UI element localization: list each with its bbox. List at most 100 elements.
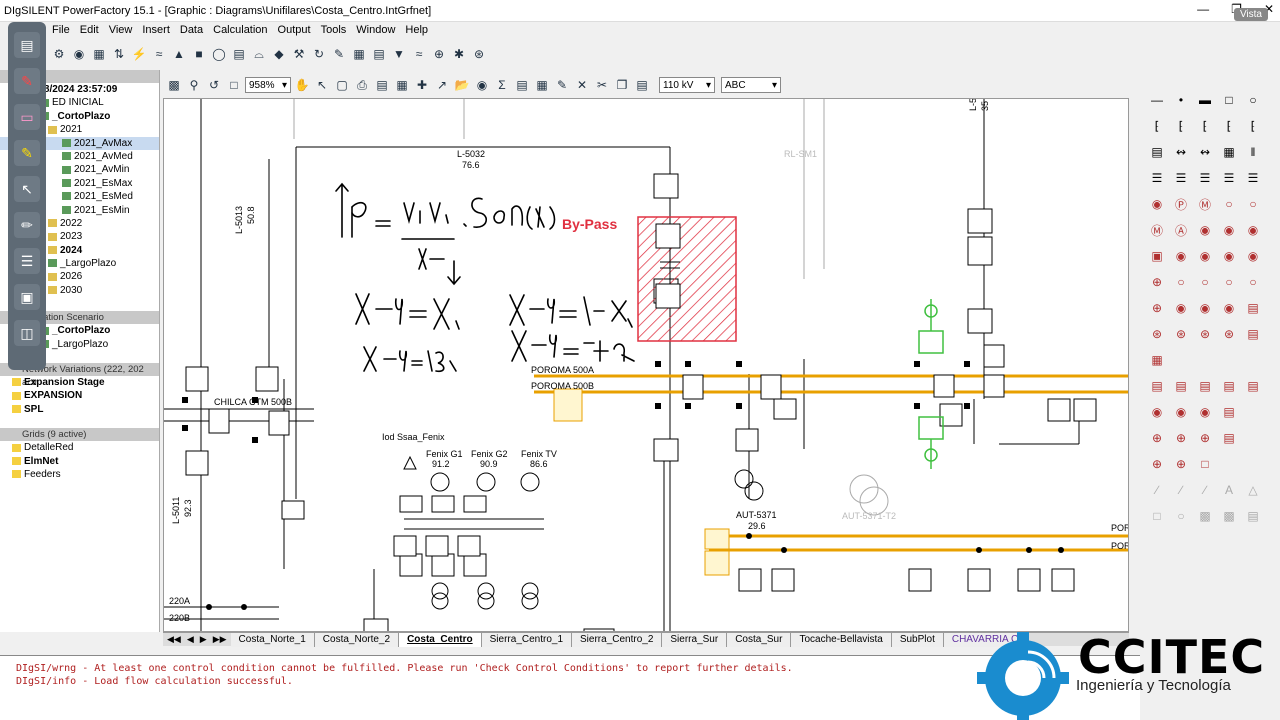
tools-icon[interactable]: ⚒: [290, 45, 308, 63]
disconnector-tool-icon[interactable]: ⁅: [1194, 114, 1216, 138]
diagram-tab[interactable]: Costa_Sur: [727, 633, 792, 647]
minimize-icon[interactable]: —: [1197, 2, 1209, 16]
menu-help[interactable]: Help: [405, 24, 428, 36]
prev-tab-icon[interactable]: ◀: [187, 634, 194, 645]
graphic-a-tool-icon[interactable]: ◉: [1146, 400, 1168, 424]
source-tool-icon[interactable]: ⊕: [1146, 270, 1168, 294]
script-icon[interactable]: ✎: [330, 45, 348, 63]
edit-icon[interactable]: ✎: [553, 76, 571, 94]
sus-tool-icon[interactable]: ▤: [1242, 296, 1264, 320]
bus-e-tool-icon[interactable]: ☰: [1242, 166, 1264, 190]
mv-load-tool-icon[interactable]: ◉: [1242, 244, 1264, 268]
menu-data[interactable]: Data: [180, 24, 203, 36]
diagram-tab[interactable]: SubPlot: [891, 633, 944, 647]
node-tool-icon[interactable]: •: [1170, 88, 1192, 112]
plot-icon[interactable]: ⌓: [250, 45, 268, 63]
color-icon[interactable]: ◉: [473, 76, 491, 94]
monitor-icon[interactable]: ◫: [14, 320, 40, 346]
pv-tool-icon[interactable]: ○: [1242, 192, 1264, 216]
data-manager-icon[interactable]: ▦: [90, 45, 108, 63]
z-tool-icon[interactable]: ▦: [1146, 348, 1168, 372]
line-width-icon[interactable]: ☰: [14, 248, 40, 274]
diagram-tab[interactable]: Costa_Norte_1: [230, 633, 315, 647]
tr3-tool-icon[interactable]: ↭: [1194, 140, 1216, 164]
coupler-tool-icon[interactable]: ▦: [1218, 140, 1240, 164]
open-icon[interactable]: 📂: [453, 76, 471, 94]
pen-red-icon[interactable]: ✎: [14, 68, 40, 94]
sectionalizer-tool-icon[interactable]: ⊛: [1194, 322, 1216, 346]
diagram-tab[interactable]: Sierra_Sur: [662, 633, 728, 647]
line-tool-icon[interactable]: —: [1146, 88, 1168, 112]
arrow-down-icon[interactable]: ▼: [390, 45, 408, 63]
zoom-combo[interactable]: 958% ▾: [245, 77, 291, 93]
protection-icon[interactable]: ◯: [210, 45, 228, 63]
fuse-tool-icon[interactable]: ⁅: [1242, 114, 1264, 138]
single-line-diagram[interactable]: L-5032 76.6 L-5013 50.8 L-5011 92.3 CHIL…: [163, 98, 1129, 632]
cut-icon[interactable]: ✂: [593, 76, 611, 94]
graphic-d-tool-icon[interactable]: ▤: [1218, 400, 1240, 424]
highlighter-icon[interactable]: ✎: [14, 140, 40, 166]
fault-icon[interactable]: ✱: [450, 45, 468, 63]
rectifier-tool-icon[interactable]: ◉: [1242, 218, 1264, 242]
network-icon[interactable]: ◉: [70, 45, 88, 63]
filter-tool-icon[interactable]: ◉: [1194, 244, 1216, 268]
annot-a-tool-icon[interactable]: ⊕: [1146, 426, 1168, 450]
relay-b-tool-icon[interactable]: ⊛: [1218, 322, 1240, 346]
recloser-tool-icon[interactable]: ⊛: [1170, 322, 1192, 346]
delete-icon[interactable]: ✕: [573, 76, 591, 94]
mod-a-tool-icon[interactable]: ▤: [1146, 374, 1168, 398]
eraser-icon[interactable]: ▭: [14, 104, 40, 130]
shunt-tool-icon[interactable]: ◉: [1170, 244, 1192, 268]
diagram-tab[interactable]: Costa_Centro: [399, 633, 482, 647]
export-icon[interactable]: ↗: [433, 76, 451, 94]
motor-tool-icon[interactable]: Ⓜ: [1194, 192, 1216, 216]
copy-icon[interactable]: ❐: [613, 76, 631, 94]
battery-tool-icon[interactable]: ○: [1242, 270, 1264, 294]
current-source-tool-icon[interactable]: ○: [1170, 270, 1192, 294]
lv-load-tool-icon[interactable]: ◉: [1218, 244, 1240, 268]
voltage-source-tool-icon[interactable]: ○: [1194, 270, 1216, 294]
image-tool-icon[interactable]: ▩: [1218, 504, 1240, 528]
triangle-tool-icon[interactable]: △: [1242, 478, 1264, 502]
draw-a-tool-icon[interactable]: ⊕: [1146, 452, 1168, 476]
text-tool-icon[interactable]: A: [1218, 478, 1240, 502]
load-tool-icon[interactable]: ▣: [1146, 244, 1168, 268]
graphic-c-tool-icon[interactable]: ◉: [1194, 400, 1216, 424]
circle-tool-icon[interactable]: ○: [1242, 88, 1264, 112]
menu-view[interactable]: View: [109, 24, 133, 36]
bus-c-tool-icon[interactable]: ☰: [1194, 166, 1216, 190]
busbar-tool-icon[interactable]: ▬: [1194, 88, 1216, 112]
asm-tool-icon[interactable]: Ⓐ: [1170, 218, 1192, 242]
diagram-tab[interactable]: Sierra_Centro_1: [481, 633, 573, 647]
menu-output[interactable]: Output: [278, 24, 311, 36]
short-circuit-icon[interactable]: ⚡: [130, 45, 148, 63]
bus-b-tool-icon[interactable]: ☰: [1170, 166, 1192, 190]
freeze-icon[interactable]: ▩: [165, 76, 183, 94]
vsc-tool-icon[interactable]: ◉: [1218, 218, 1240, 242]
next-tab-icon[interactable]: ▶: [200, 634, 207, 645]
sync-gen-tool-icon[interactable]: Ⓟ: [1170, 192, 1192, 216]
draw-c-tool-icon[interactable]: □: [1194, 452, 1216, 476]
menu-tools[interactable]: Tools: [321, 24, 347, 36]
insert-icon[interactable]: ✚: [413, 76, 431, 94]
breaker-tool-icon[interactable]: ⁅: [1170, 114, 1192, 138]
mod-d-tool-icon[interactable]: ▤: [1218, 374, 1240, 398]
diagram-tab[interactable]: Costa_Norte_2: [314, 633, 400, 647]
zoom-back-icon[interactable]: ↺: [205, 76, 223, 94]
whiteboard-icon[interactable]: ▤: [14, 32, 40, 58]
menu-insert[interactable]: Insert: [142, 24, 170, 36]
voltage-combo[interactable]: 110 kV ▾: [659, 77, 715, 93]
phase-combo[interactable]: ABC ▾: [721, 77, 781, 93]
cubicle-tool-icon[interactable]: ▤: [1146, 140, 1168, 164]
zoom-all-icon[interactable]: □: [225, 76, 243, 94]
rms-sim-icon[interactable]: ▲: [170, 45, 188, 63]
svc-tool-icon[interactable]: ◉: [1194, 218, 1216, 242]
load-flow-icon[interactable]: ⇅: [110, 45, 128, 63]
series-cap-tool-icon[interactable]: ‖: [1242, 140, 1264, 164]
box-tool-icon[interactable]: ▤: [1242, 504, 1264, 528]
paste-icon[interactable]: ▤: [633, 76, 651, 94]
tie-icon[interactable]: ⊕: [430, 45, 448, 63]
polyline-tool-icon[interactable]: ∕: [1170, 478, 1192, 502]
rlc-tool-icon[interactable]: ▤: [1242, 322, 1264, 346]
annot-d-tool-icon[interactable]: ▤: [1218, 426, 1240, 450]
